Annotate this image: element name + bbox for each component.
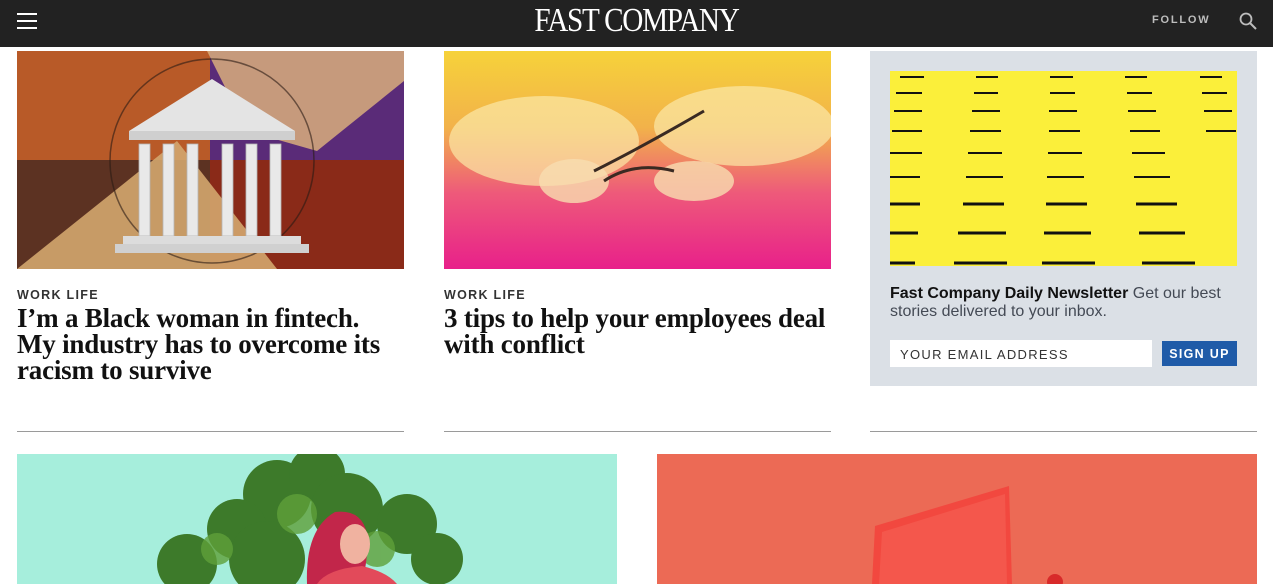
newsletter-description: Fast Company Daily Newsletter Get our be… <box>890 285 1230 321</box>
newsletter-signup-box: Fast Company Daily Newsletter Get our be… <box>870 51 1257 386</box>
email-field[interactable] <box>890 340 1152 367</box>
sign-up-button[interactable]: SIGN UP <box>1162 341 1237 366</box>
article-headline[interactable]: I’m a Black woman in fintech. My industr… <box>17 305 404 384</box>
search-icon[interactable] <box>1239 12 1257 30</box>
article-image-greek-temple[interactable] <box>17 51 404 269</box>
divider <box>870 431 1257 432</box>
divider <box>444 431 831 432</box>
article-image-gazelles[interactable] <box>444 51 831 269</box>
article-category[interactable]: WORK LIFE <box>444 288 526 302</box>
follow-button[interactable]: FOLLOW <box>1152 14 1210 26</box>
newsletter-image <box>890 71 1237 266</box>
divider <box>17 431 404 432</box>
top-navigation-bar: FAST COMPANY FOLLOW <box>0 0 1273 47</box>
article-category[interactable]: WORK LIFE <box>17 288 99 302</box>
article-image-red-laptop[interactable] <box>657 454 1257 584</box>
article-headline[interactable]: 3 tips to help your employees deal with … <box>444 305 831 358</box>
newsletter-title: Fast Company Daily Newsletter <box>890 285 1129 302</box>
hamburger-menu-icon[interactable] <box>17 13 37 29</box>
site-logo[interactable]: FAST COMPANY <box>89 4 1184 38</box>
article-image-woman-tree[interactable] <box>17 454 617 584</box>
